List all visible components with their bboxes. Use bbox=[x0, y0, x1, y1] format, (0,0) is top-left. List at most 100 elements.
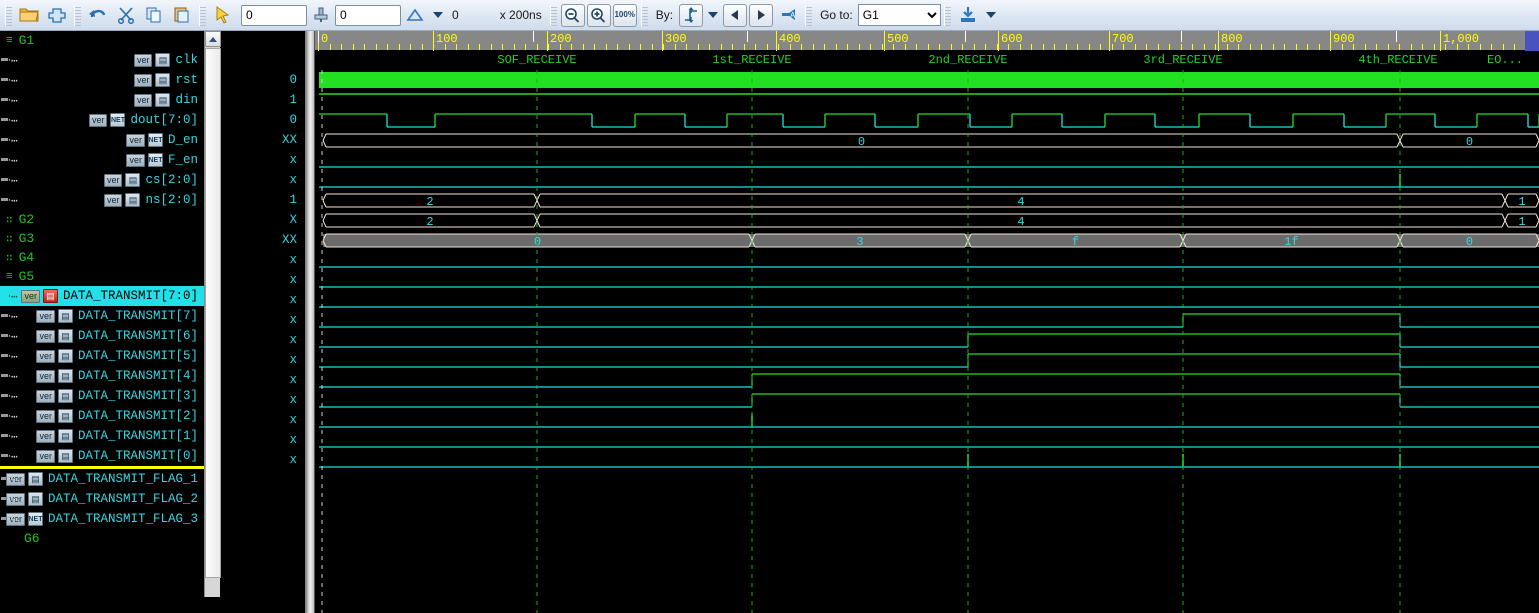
copy-icon[interactable] bbox=[141, 3, 167, 28]
time-marker-label: 1st_RECEIVE bbox=[712, 53, 792, 67]
tree-signal-data_transmit-0-[interactable]: ⸱⋯ ver ▤ DATA_TRANSMIT[0] bbox=[0, 446, 204, 466]
ruler-minor-tick bbox=[824, 44, 825, 50]
tree-signal-data_transmit-4-[interactable]: ⸱⋯ ver ▤ DATA_TRANSMIT[4] bbox=[0, 366, 204, 386]
tree-signal-rst[interactable]: ⸱⋯ ver ▤ rst bbox=[0, 70, 204, 90]
add-signal-icon[interactable] bbox=[44, 3, 70, 28]
triangle-icon[interactable] bbox=[402, 3, 428, 28]
tree-signal-data_transmit-5-[interactable]: ⸱⋯ ver ▤ DATA_TRANSMIT[5] bbox=[0, 346, 204, 366]
tree-connector: ⸱⋯ bbox=[8, 351, 18, 364]
svg-text:A: A bbox=[790, 11, 796, 20]
ruler-minor-tick bbox=[859, 44, 860, 50]
goto-select[interactable]: G1G2G3G4G5G6 bbox=[857, 4, 941, 26]
tree-signal-din[interactable]: ⸱⋯ ver ▤ din bbox=[0, 90, 204, 110]
tree-group-g2[interactable]: ∷ G2 bbox=[0, 210, 204, 229]
cursor-field[interactable]: 0 bbox=[335, 4, 401, 26]
ruler-cursor-tick[interactable] bbox=[318, 31, 319, 42]
ruler-minor-tick bbox=[594, 44, 595, 50]
zoom-in-icon[interactable] bbox=[586, 3, 611, 27]
ruler-minor-tick bbox=[1054, 44, 1055, 50]
tree-signal-clk[interactable]: ⸱⋯ ver ▤ clk bbox=[0, 50, 204, 70]
next-icon[interactable] bbox=[749, 3, 774, 27]
zoom-fit-icon[interactable]: 100% bbox=[612, 3, 637, 27]
ver-badge: ver bbox=[126, 133, 145, 147]
svg-text:f: f bbox=[1072, 235, 1079, 249]
ruler-minor-tick bbox=[1250, 44, 1251, 50]
tree-signal-dout-7-0-[interactable]: ⸱⋯ ver NET dout[7:0] bbox=[0, 110, 204, 130]
export-chevron-down-icon[interactable] bbox=[985, 12, 996, 18]
tree-group-g3[interactable]: ∷ G3 bbox=[0, 229, 204, 248]
signal-label: DATA_TRANSMIT_FLAG_1 bbox=[47, 472, 198, 486]
reg-type-icon: ▤ bbox=[57, 389, 73, 403]
tree-connector: ⸱⋯ bbox=[8, 494, 18, 507]
value-ns-2-0-: X bbox=[289, 213, 297, 227]
signal-tree[interactable]: ≡ G1 ⸱⋯ ver ▤ clk ⸱⋯ ver ▤ rst ⸱⋯ ver ▤ din ⸱⋯ ver NET do… bbox=[0, 31, 204, 613]
prev-icon[interactable] bbox=[723, 3, 748, 27]
tree-signal-data_transmit_flag_2[interactable]: ⸱⋯ ver ▤ DATA_TRANSMIT_FLAG_2 bbox=[0, 489, 204, 509]
value-data_transmit_flag_1: x bbox=[289, 413, 297, 427]
tree-signal-f_en[interactable]: ⸱⋯ ver NET F_en bbox=[0, 150, 204, 170]
waveform-pane[interactable]: 0 100 200 300 400 500 600 700 800 900 1,000 SOF_RE… bbox=[305, 31, 1539, 613]
ruler-cursor-tick[interactable] bbox=[1181, 31, 1182, 42]
signal-label: cs[2:0] bbox=[145, 173, 198, 187]
annotate-icon[interactable]: A bbox=[775, 3, 801, 28]
tree-group-g5[interactable]: ≡ G5 bbox=[0, 267, 204, 286]
ver-badge: ver bbox=[126, 153, 145, 167]
signal-label: DATA_TRANSMIT_FLAG_3 bbox=[47, 512, 198, 526]
tree-signal-data_transmit-3-[interactable]: ⸱⋯ ver ▤ DATA_TRANSMIT[3] bbox=[0, 386, 204, 406]
pointer-icon[interactable] bbox=[210, 3, 236, 28]
scroll-up-arrow-icon[interactable] bbox=[205, 31, 221, 47]
time-field[interactable]: 0 bbox=[241, 4, 307, 26]
ruler-minor-tick bbox=[870, 44, 871, 50]
edge-icon[interactable] bbox=[679, 3, 704, 27]
ruler-minor-tick bbox=[502, 44, 503, 50]
ruler-tick-label: 200 bbox=[550, 32, 572, 46]
tree-group-g6[interactable]: G6 bbox=[0, 529, 204, 548]
cut-icon[interactable] bbox=[113, 3, 139, 28]
undo-icon[interactable] bbox=[85, 3, 111, 28]
goto-time-icon[interactable] bbox=[308, 3, 334, 28]
value-data_transmit_flag_3: x bbox=[289, 453, 297, 467]
tree-signal-data_transmit_flag_3[interactable]: ⸱⋯ ver NET DATA_TRANSMIT_FLAG_3 bbox=[0, 509, 204, 529]
scroll-thumb[interactable] bbox=[205, 48, 221, 578]
paste-icon[interactable] bbox=[169, 3, 195, 28]
tree-signal-cs-2-0-[interactable]: ⸱⋯ ver ▤ cs[2:0] bbox=[0, 170, 204, 190]
tree-signal-ns-2-0-[interactable]: ⸱⋯ ver ▤ ns[2:0] bbox=[0, 190, 204, 210]
tree-signal-data_transmit_flag_1[interactable]: ⸱⋯ ver ▤ DATA_TRANSMIT_FLAG_1 bbox=[0, 469, 204, 489]
tree-signal-d_en[interactable]: ⸱⋯ ver NET D_en bbox=[0, 130, 204, 150]
edge-chevron-down-icon[interactable] bbox=[708, 12, 719, 18]
value-data_transmit-3-: x bbox=[289, 333, 297, 347]
ruler-minor-tick bbox=[617, 44, 618, 50]
ruler-minor-tick bbox=[1480, 44, 1481, 50]
tree-scrollbar[interactable] bbox=[204, 31, 221, 613]
export-icon[interactable] bbox=[955, 3, 981, 28]
tree-connector: ⸱⋯ bbox=[8, 55, 18, 68]
zoom-out-icon[interactable] bbox=[560, 3, 585, 27]
ruler-cursor-tick[interactable] bbox=[747, 31, 748, 42]
tree-signal-data_transmit-7-[interactable]: ⸱⋯ ver ▤ DATA_TRANSMIT[7] bbox=[0, 306, 204, 326]
tree-group-g4[interactable]: ∷ G4 bbox=[0, 248, 204, 267]
ruler-minor-tick bbox=[1169, 44, 1170, 50]
tree-connector: ⸱⋯ bbox=[8, 195, 18, 208]
svg-text:2: 2 bbox=[426, 215, 433, 229]
reg-type-icon: ▤ bbox=[155, 93, 171, 107]
ruler-cursor-tick[interactable] bbox=[1396, 31, 1397, 42]
tree-signal-data_transmit-2-[interactable]: ⸱⋯ ver ▤ DATA_TRANSMIT[2] bbox=[0, 406, 204, 426]
chevron-down-icon[interactable] bbox=[433, 12, 443, 18]
ver-badge: ver bbox=[133, 73, 153, 87]
tree-signal-data_transmit-6-[interactable]: ⸱⋯ ver ▤ DATA_TRANSMIT[6] bbox=[0, 326, 204, 346]
ruler-cursor-tick[interactable] bbox=[965, 31, 966, 42]
tree-signal-data_transmit-7-0-[interactable]: ⸱⋯ ver ▤ DATA_TRANSMIT[7:0] bbox=[0, 286, 204, 306]
tree-signal-data_transmit-1-[interactable]: ⸱⋯ ver ▤ DATA_TRANSMIT[1] bbox=[0, 426, 204, 446]
tree-group-g1[interactable]: ≡ G1 bbox=[0, 31, 204, 50]
group-label: G3 bbox=[18, 231, 35, 246]
reg-type-icon: ▤ bbox=[57, 329, 73, 343]
ruler-minor-tick bbox=[514, 44, 515, 50]
ruler-cursor-tick[interactable] bbox=[533, 31, 534, 42]
ruler-minor-tick bbox=[1031, 44, 1032, 50]
ver-badge: ver bbox=[88, 113, 108, 127]
ruler-minor-tick bbox=[399, 44, 400, 50]
waveform-canvas[interactable]: 0024124103f1f0 bbox=[315, 70, 1539, 613]
toolbar-separator bbox=[199, 4, 206, 26]
open-folder-icon[interactable] bbox=[16, 3, 42, 28]
time-ruler[interactable]: 0 100 200 300 400 500 600 700 800 900 1,000 bbox=[315, 31, 1539, 51]
